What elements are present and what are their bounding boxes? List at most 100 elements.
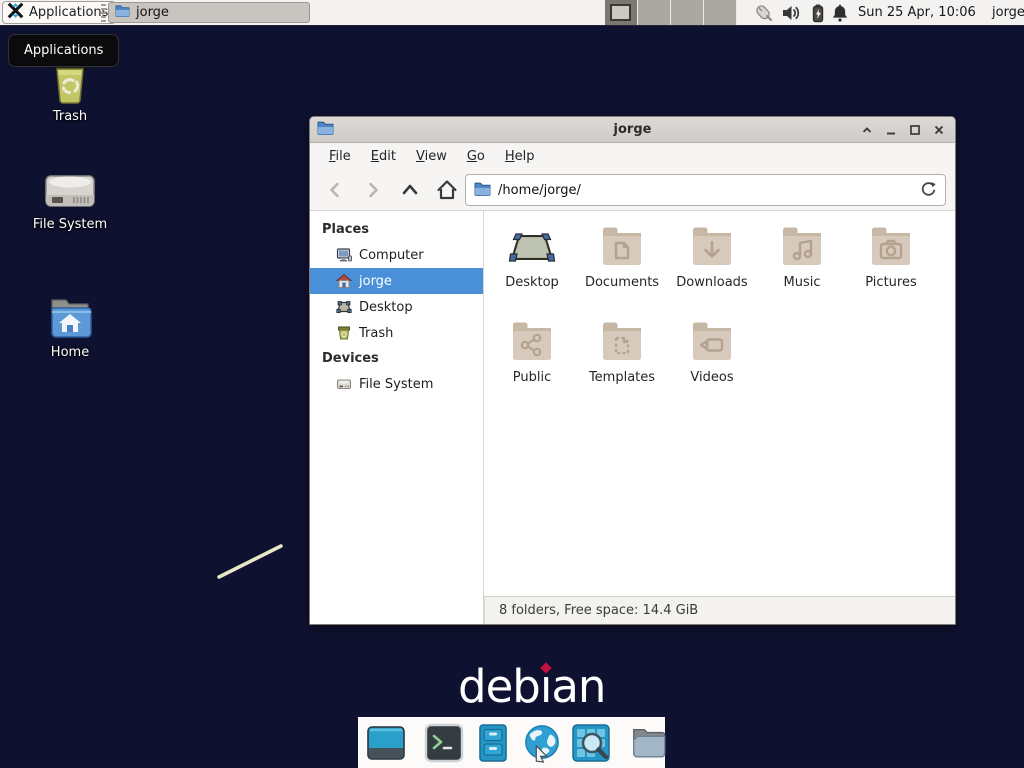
web-browser-icon [522, 722, 562, 764]
terminal-launcher[interactable] [424, 723, 464, 763]
file-manager-window: jorge [309, 116, 956, 625]
app-finder-icon [571, 723, 611, 763]
desktop: Applications jorge [0, 0, 1024, 768]
up-button[interactable] [397, 178, 423, 202]
file-downloads[interactable]: Downloads [667, 223, 757, 290]
desktop-icon [336, 299, 352, 315]
close-button[interactable] [927, 117, 951, 143]
taskbar-window-label: jorge [136, 5, 169, 20]
workspace-4[interactable] [704, 0, 737, 25]
drive-icon [336, 376, 352, 392]
forward-icon [362, 179, 384, 201]
videos-folder-icon [688, 318, 736, 366]
panel-user-menu[interactable]: jorge [992, 0, 1024, 25]
workspace-window-thumb [610, 4, 631, 21]
hard-drive-icon [43, 168, 97, 214]
file-public[interactable]: Public [487, 318, 577, 385]
statusbar: 8 folders, Free space: 14.4 GiB [484, 596, 955, 624]
volume-tray-icon[interactable] [781, 3, 801, 23]
templates-folder-icon [598, 318, 646, 366]
debian-wordmark: debıan [458, 662, 605, 712]
desktop-icon-file-system[interactable]: File System [10, 168, 130, 232]
menu-file[interactable]: File [319, 143, 361, 169]
sidebar-item-file-system[interactable]: File System [310, 371, 483, 397]
sidebar-item-trash[interactable]: Trash [310, 320, 483, 346]
folder-icon [629, 723, 669, 763]
desktop-icon-home[interactable]: Home [10, 296, 130, 360]
reload-icon [920, 180, 937, 197]
applications-menu-button[interactable]: Applications [2, 1, 116, 24]
workspace-1[interactable] [605, 0, 638, 25]
pathbar-folder-icon [474, 181, 491, 200]
home-icon [336, 273, 352, 289]
taskbar-window-button[interactable]: jorge [108, 2, 310, 23]
desktop-icon-label: Home [10, 345, 130, 360]
desktop-icon-label: File System [10, 217, 130, 232]
workspace-switcher [605, 0, 737, 25]
notifications-tray-icon[interactable] [830, 3, 850, 23]
battery-tray-icon[interactable] [808, 3, 828, 23]
trash-icon [336, 325, 352, 341]
pictures-folder-icon [867, 223, 915, 271]
files-pane: Desktop Documents [485, 211, 955, 596]
app-finder-launcher[interactable] [571, 723, 611, 763]
documents-folder-icon [598, 223, 646, 271]
file-videos[interactable]: Videos [667, 318, 757, 385]
file-music[interactable]: Music [757, 223, 847, 290]
sidebar-item-jorge[interactable]: jorge [310, 268, 483, 294]
dock [358, 717, 665, 768]
maximize-button[interactable] [903, 117, 927, 143]
reload-button[interactable] [920, 180, 937, 201]
top-panel: Applications jorge [0, 0, 1024, 26]
menu-view[interactable]: View [406, 143, 457, 169]
workspace-2[interactable] [638, 0, 671, 25]
menu-edit[interactable]: Edit [361, 143, 406, 169]
taskbar-folder-icon [115, 4, 130, 21]
sidebar: Places Computer [310, 211, 484, 624]
sidebar-header-devices: Devices [310, 346, 483, 371]
sidebar-item-computer[interactable]: Computer [310, 242, 483, 268]
applications-menu-label: Applications [29, 5, 108, 20]
home-icon [435, 178, 459, 202]
forward-button[interactable] [360, 178, 386, 202]
workspace-3[interactable] [671, 0, 704, 25]
path-input[interactable] [498, 183, 913, 198]
file-pictures[interactable]: Pictures [846, 223, 936, 290]
minimize-button[interactable] [879, 117, 903, 143]
home-button[interactable] [434, 178, 460, 202]
stray-mark [210, 538, 300, 588]
computer-icon [336, 247, 352, 263]
menu-help[interactable]: Help [495, 143, 545, 169]
window-titlebar[interactable]: jorge [310, 117, 955, 143]
window-folder-icon [317, 120, 334, 139]
file-manager-launcher[interactable] [473, 723, 513, 763]
file-documents[interactable]: Documents [577, 223, 667, 290]
window-body: Places Computer [310, 211, 955, 624]
web-browser-launcher[interactable] [522, 723, 562, 763]
sidebar-header-places: Places [310, 217, 483, 242]
desktop-special-icon [508, 223, 556, 271]
show-desktop-button[interactable] [366, 723, 406, 763]
sidebar-item-desktop[interactable]: Desktop [310, 294, 483, 320]
shade-button[interactable] [855, 117, 879, 143]
public-folder-icon [508, 318, 556, 366]
up-icon [399, 179, 421, 201]
menubar: File Edit View Go Help [310, 143, 955, 169]
panel-clock[interactable]: Sun 25 Apr, 10:06 [858, 0, 976, 25]
home-folder-icon [45, 296, 95, 342]
menu-go[interactable]: Go [457, 143, 495, 169]
mouse-tray-icon[interactable] [752, 3, 772, 23]
show-desktop-icon [366, 723, 406, 763]
path-bar[interactable] [465, 174, 946, 206]
music-folder-icon [778, 223, 826, 271]
panel-handle[interactable] [101, 4, 106, 22]
file-templates[interactable]: Templates [577, 318, 667, 385]
terminal-icon [424, 723, 464, 763]
applications-menu-icon [7, 2, 24, 23]
back-button[interactable] [322, 178, 348, 202]
folder-launcher[interactable] [629, 723, 669, 763]
desktop-icon-label: Trash [10, 109, 130, 124]
file-desktop[interactable]: Desktop [487, 223, 577, 290]
back-icon [324, 179, 346, 201]
downloads-folder-icon [688, 223, 736, 271]
